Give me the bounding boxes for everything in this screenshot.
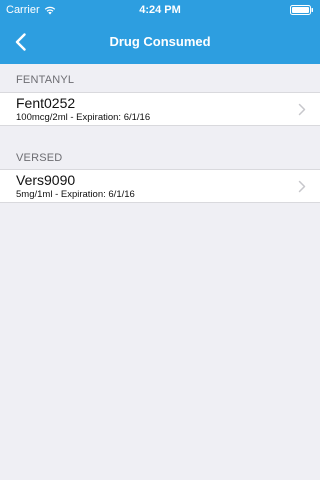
- back-button[interactable]: [4, 20, 36, 64]
- chevron-right-icon: [298, 103, 306, 116]
- section-header-fentanyl: FENTANYL: [16, 74, 75, 86]
- screen: Carrier 4:24 PM Drug Consumed FENTANYL F…: [0, 0, 320, 480]
- page-title: Drug Consumed: [109, 34, 211, 49]
- chevron-left-icon: [15, 33, 26, 51]
- item-title: Vers9090: [16, 172, 76, 188]
- section-header-versed: VERSED: [16, 152, 63, 164]
- item-subtitle: 5mg/1ml - Expiration: 6/1/16: [16, 189, 135, 200]
- status-time: 4:24 PM: [139, 4, 181, 16]
- battery-icon: [290, 5, 313, 15]
- status-bar: Carrier 4:24 PM: [0, 0, 320, 20]
- chevron-right-icon: [298, 180, 306, 193]
- item-subtitle: 100mcg/2ml - Expiration: 6/1/16: [16, 112, 151, 123]
- nav-bar: Drug Consumed: [0, 20, 320, 64]
- item-title: Fent0252: [16, 95, 76, 111]
- list-item-fent0252[interactable]: Fent0252 100mcg/2ml - Expiration: 6/1/16: [0, 92, 320, 126]
- list-item-vers9090[interactable]: Vers9090 5mg/1ml - Expiration: 6/1/16: [0, 169, 320, 203]
- navigation-header: Carrier 4:24 PM Drug Consumed: [0, 0, 320, 64]
